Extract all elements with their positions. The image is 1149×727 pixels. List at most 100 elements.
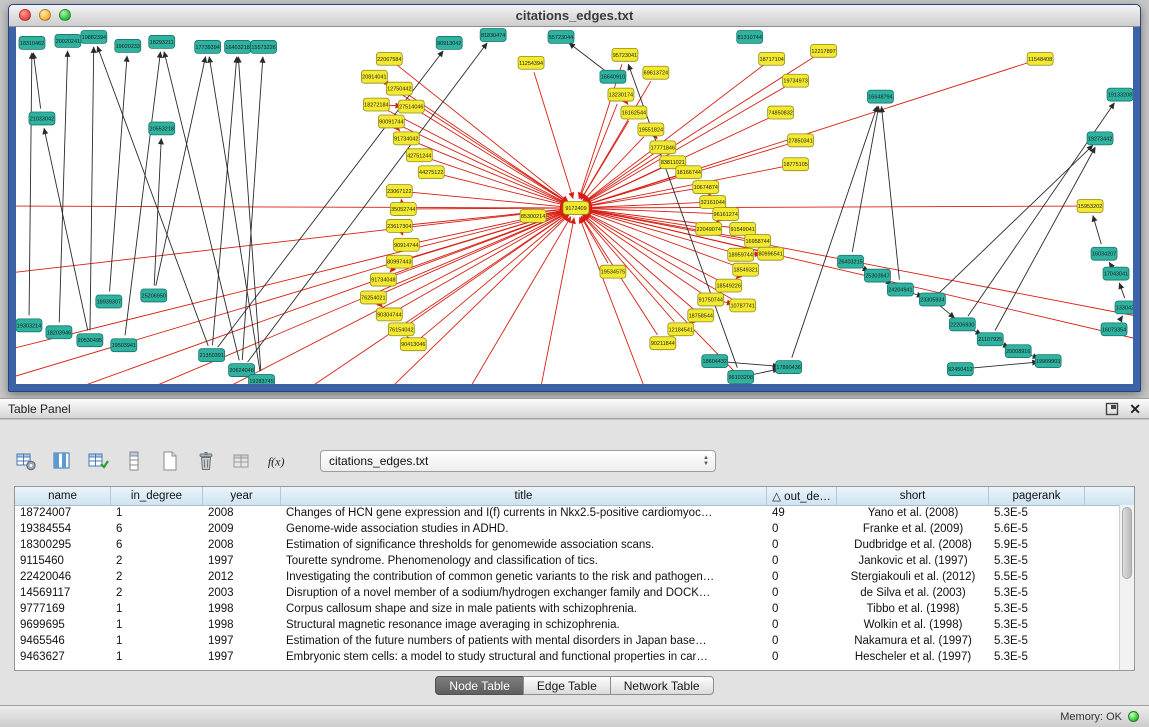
table-row[interactable]: 946362711997Embryonic stem cells: a mode… bbox=[15, 649, 1119, 665]
cell-in_degree: 1 bbox=[111, 603, 203, 615]
graph-edge[interactable] bbox=[1119, 283, 1124, 298]
graph-edge[interactable] bbox=[584, 214, 694, 308]
graph-node-label: 11548408 bbox=[1028, 57, 1052, 63]
graph-edge[interactable] bbox=[627, 103, 628, 105]
graph-edge[interactable] bbox=[995, 147, 1095, 330]
cell-in_degree: 6 bbox=[111, 539, 203, 551]
column-header-name[interactable]: name bbox=[15, 487, 111, 505]
table-row[interactable]: 977716911998Corpus callosum shape and si… bbox=[15, 601, 1119, 617]
table-row[interactable]: 1456911722003Disruption of a novel membe… bbox=[15, 585, 1119, 601]
graph-edge[interactable] bbox=[33, 53, 40, 109]
graph-edge[interactable] bbox=[90, 47, 94, 330]
column-header-year[interactable]: year bbox=[203, 487, 281, 505]
column-header-title[interactable]: title bbox=[281, 487, 767, 505]
graph-edge[interactable] bbox=[16, 206, 566, 208]
graph-edge[interactable] bbox=[164, 52, 239, 361]
graph-edge[interactable] bbox=[460, 217, 571, 384]
column-header-in_degree[interactable]: in_degree bbox=[111, 487, 203, 505]
cell-name: 9699695 bbox=[15, 619, 111, 631]
graph-edge[interactable] bbox=[970, 362, 1038, 368]
graph-edge[interactable] bbox=[656, 138, 657, 139]
graph-node-label: 18203946 bbox=[47, 330, 71, 336]
graph-edge[interactable] bbox=[44, 128, 88, 330]
import-table-disabled-icon[interactable] bbox=[230, 449, 254, 473]
dropdown-value: citations_edges.txt bbox=[329, 454, 428, 468]
table-row[interactable]: 911546021997Tourette syndrome. Phenomeno… bbox=[15, 553, 1119, 569]
import-table-icon[interactable] bbox=[86, 449, 110, 473]
graph-edge[interactable] bbox=[390, 269, 393, 272]
table-row[interactable]: 2242004622012Investigating the contribut… bbox=[15, 569, 1119, 585]
graph-edge[interactable] bbox=[586, 210, 1133, 343]
graph-edge[interactable] bbox=[586, 206, 1080, 208]
window-close-button[interactable] bbox=[19, 9, 31, 21]
window-minimize-button[interactable] bbox=[39, 9, 51, 21]
table-row[interactable]: 969969511998Structural magnetic resonanc… bbox=[15, 617, 1119, 633]
table-settings-icon[interactable] bbox=[14, 449, 38, 473]
graph-edge[interactable] bbox=[881, 107, 899, 280]
graph-edge[interactable] bbox=[45, 211, 566, 384]
close-panel-icon[interactable]: ✕ bbox=[1129, 402, 1141, 416]
graph-edge[interactable] bbox=[852, 106, 878, 252]
graph-edge[interactable] bbox=[16, 210, 566, 352]
graph-node-label: 92450412 bbox=[948, 367, 972, 373]
graph-edge[interactable] bbox=[248, 43, 488, 362]
graph-edge[interactable] bbox=[725, 362, 779, 366]
graph-edge[interactable] bbox=[429, 158, 567, 204]
tab-node-table[interactable]: Node Table bbox=[435, 676, 524, 695]
table-source-dropdown[interactable]: citations_edges.txt ▲▼ bbox=[320, 450, 716, 472]
graph-node-label: 19303214 bbox=[17, 323, 41, 329]
graph-node-label: 90914744 bbox=[394, 243, 418, 249]
table-scrollbar[interactable] bbox=[1119, 505, 1134, 670]
table-row[interactable]: 1938455462009Genome-wide association stu… bbox=[15, 521, 1119, 537]
graph-edge[interactable] bbox=[284, 214, 568, 384]
column-header-short[interactable]: short bbox=[837, 487, 989, 505]
graph-edge[interactable] bbox=[110, 56, 127, 292]
cell-pagerank: 5.5E-5 bbox=[989, 571, 1085, 583]
graph-edge[interactable] bbox=[420, 112, 568, 203]
graph-edge[interactable] bbox=[398, 213, 567, 310]
graph-edge[interactable] bbox=[59, 51, 67, 322]
graph-edge[interactable] bbox=[584, 214, 702, 294]
graph-edge[interactable] bbox=[398, 129, 400, 131]
graph-edge[interactable] bbox=[736, 276, 738, 278]
row-height-icon[interactable] bbox=[122, 449, 146, 473]
table-row[interactable]: 1830029562008Estimation of significance … bbox=[15, 537, 1119, 553]
network-view[interactable]: 1831046220020241198823941902023318293211… bbox=[16, 27, 1133, 384]
show-columns-icon[interactable] bbox=[50, 449, 74, 473]
graph-node-label: 11254394 bbox=[519, 61, 543, 67]
graph-edge[interactable] bbox=[29, 53, 32, 316]
function-builder-icon[interactable]: f(x) bbox=[266, 449, 290, 473]
graph-edge[interactable] bbox=[400, 126, 567, 204]
graph-edge[interactable] bbox=[380, 305, 382, 307]
window-zoom-button[interactable] bbox=[59, 9, 71, 21]
create-table-icon[interactable] bbox=[158, 449, 182, 473]
cell-out_degree: 0 bbox=[767, 619, 837, 631]
graph-edge[interactable] bbox=[1119, 316, 1122, 321]
tab-edge-table[interactable]: Edge Table bbox=[523, 676, 611, 695]
graph-edge[interactable] bbox=[1093, 216, 1101, 245]
graph-edge[interactable] bbox=[569, 43, 605, 71]
graph-edge[interactable] bbox=[154, 138, 161, 285]
table-toolbar: f(x) citations_edges.txt ▲▼ bbox=[14, 446, 716, 476]
graph-edge[interactable] bbox=[750, 369, 778, 375]
graph-node-label: 20624048 bbox=[229, 368, 253, 374]
graph-edge[interactable] bbox=[583, 216, 675, 322]
graph-edge[interactable] bbox=[397, 65, 568, 202]
column-header-pagerank[interactable]: pagerank bbox=[989, 487, 1085, 505]
table-panel-header: Table Panel ✕ bbox=[0, 398, 1149, 419]
scrollbar-thumb[interactable] bbox=[1122, 507, 1132, 579]
graph-edge[interactable] bbox=[940, 306, 955, 318]
delete-table-icon[interactable] bbox=[194, 449, 218, 473]
window-titlebar[interactable]: citations_edges.txt bbox=[9, 5, 1140, 27]
tab-network-table[interactable]: Network Table bbox=[610, 676, 714, 695]
graph-edge[interactable] bbox=[242, 57, 263, 360]
graph-edge[interactable] bbox=[1109, 262, 1111, 265]
table-row[interactable]: 946554611997Estimation of the future num… bbox=[15, 633, 1119, 649]
table-row[interactable]: 1872400712008Changes of HCN gene express… bbox=[15, 505, 1119, 521]
graph-node-label: 16640910 bbox=[601, 75, 625, 81]
graph-node-label: 55723044 bbox=[549, 35, 573, 41]
float-panel-icon[interactable] bbox=[1105, 402, 1119, 416]
graph-edge[interactable] bbox=[238, 57, 261, 371]
column-header-out_degree[interactable]: △ out_de… bbox=[767, 487, 837, 505]
cell-in_degree: 2 bbox=[111, 555, 203, 567]
